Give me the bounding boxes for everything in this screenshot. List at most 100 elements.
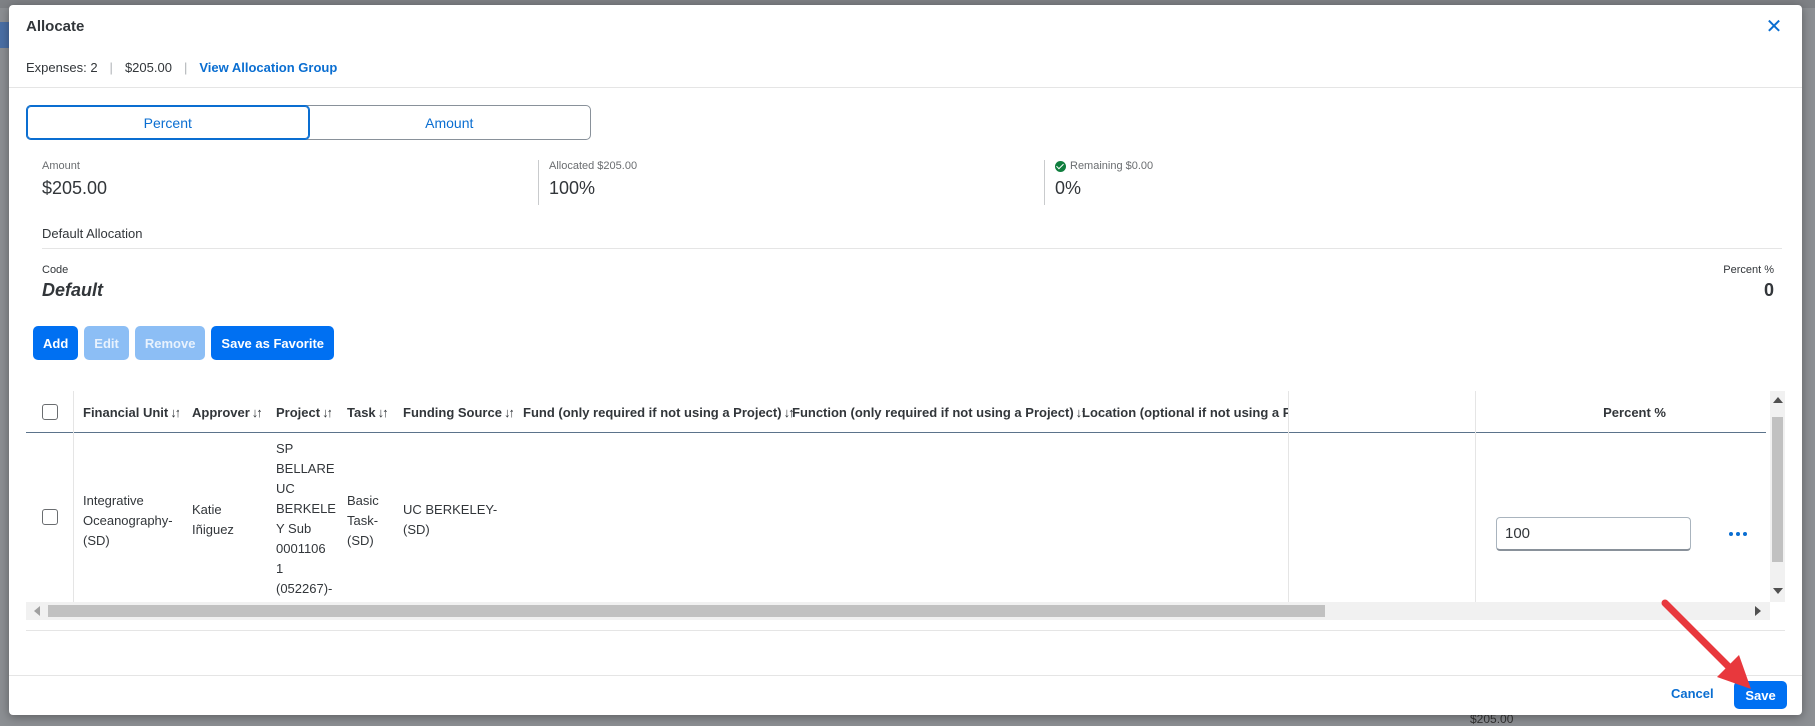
section-divider (42, 248, 1782, 249)
allocation-table: Financial Unit ↓↑ Approver ↓↑ Project ↓↑ Ta… (26, 391, 1785, 631)
allocation-toolbar: Add Edit Remove Save as Favorite (33, 326, 335, 360)
cell-line: BELLARE (276, 461, 335, 476)
column-function[interactable]: Function (only required if not using a P… (792, 391, 1085, 433)
column-location[interactable]: Location (optional if not using a Pro (1082, 391, 1288, 433)
code-label: Code (42, 264, 69, 276)
cell-financial-unit: Integrative Oceanography- (SD) (83, 491, 173, 551)
column-task[interactable]: Task ↓↑ (347, 391, 387, 433)
amount-value: $205.00 (42, 178, 108, 198)
select-all-checkbox[interactable] (42, 404, 58, 420)
column-label: Location (optional if not using a Pro (1082, 404, 1288, 420)
check-circle-icon (1055, 160, 1066, 172)
allocated-value: 100% (549, 178, 596, 198)
cell-line: Oceanography- (83, 513, 173, 528)
total-amount: $205.00 (124, 60, 172, 75)
separator: | (183, 60, 188, 75)
allocation-summary: Amount $205.00 Allocated $205.00 100% Re… (42, 160, 1782, 210)
column-label: Task (347, 404, 376, 420)
remaining-value: 0% (1055, 178, 1082, 198)
sort-icon: ↓↑ (322, 404, 332, 420)
sort-icon: ↓↑ (377, 404, 387, 420)
cell-line: 0001106 (276, 541, 326, 556)
amount-stat: Amount $205.00 (42, 160, 107, 199)
vertical-scroll-thumb[interactable] (1772, 417, 1783, 562)
header-divider (9, 87, 1802, 88)
add-button[interactable]: Add (33, 326, 79, 360)
footer-divider (9, 675, 1802, 676)
cell-funding-source: UC BERKELEY- (SD) (403, 500, 497, 540)
cell-line: BERKELE (276, 501, 336, 516)
cell-project: SP BELLARE UC BERKELE Y Sub 0001106 1 (0… (276, 439, 336, 599)
cell-line: Task- (347, 513, 379, 528)
column-label: Financial Unit (83, 404, 169, 420)
column-approver[interactable]: Approver ↓↑ (192, 391, 261, 433)
vertical-scrollbar[interactable] (1770, 391, 1785, 602)
cancel-button[interactable]: Cancel (1671, 686, 1714, 701)
remaining-label: Remaining $0.00 (1070, 160, 1154, 172)
scroll-left-icon[interactable] (34, 606, 40, 616)
table-row[interactable]: Integrative Oceanography- (SD) Katie Iñi… (26, 434, 1766, 602)
cell-approver: Katie Iñiguez (192, 500, 234, 540)
dialog-subheader: Expenses: 2 | $205.00 | View Allocation … (26, 60, 337, 75)
column-percent[interactable]: Percent % (1396, 391, 1666, 433)
sort-icon: ↓↑ (251, 404, 261, 420)
percent-input[interactable] (1496, 517, 1691, 551)
edit-button[interactable]: Edit (84, 326, 129, 360)
column-project[interactable]: Project ↓↑ (276, 391, 331, 433)
stat-divider (1044, 160, 1045, 205)
default-allocation-title: Default Allocation (42, 226, 143, 241)
column-label: Approver (192, 404, 250, 420)
expenses-count: Expenses: 2 (26, 60, 98, 75)
separator: | (109, 60, 113, 75)
save-button[interactable]: Save (1734, 681, 1787, 709)
cell-line: (052267)- (276, 581, 333, 596)
column-fund[interactable]: Fund (only required if not using a Proje… (523, 391, 793, 433)
remaining-label-row: Remaining $0.00 (1055, 160, 1153, 172)
cell-line: UC (276, 481, 295, 496)
percent-mode-button[interactable]: Percent (26, 105, 310, 140)
cell-line: (SD) (403, 522, 430, 537)
column-financial-unit[interactable]: Financial Unit ↓↑ (83, 391, 179, 433)
cell-line: SP (276, 441, 294, 456)
sort-icon: ↓↑ (503, 404, 513, 420)
dialog-title: Allocate (26, 18, 85, 35)
cell-line: Y Sub (276, 521, 312, 536)
cell-line: 1 (276, 561, 284, 576)
cell-line: UC BERKELEY- (403, 502, 498, 517)
column-funding-source[interactable]: Funding Source ↓↑ (403, 391, 513, 433)
allocated-stat: Allocated $205.00 100% (549, 160, 637, 199)
cell-task: Basic Task- (SD) (347, 491, 379, 551)
amount-label: Amount (42, 160, 80, 172)
column-label: Project (276, 404, 321, 420)
remove-button[interactable]: Remove (134, 326, 206, 360)
code-value: Default (42, 280, 104, 300)
close-icon[interactable]: ✕ (1764, 17, 1784, 37)
horizontal-scrollbar[interactable] (26, 602, 1770, 620)
allocated-label: Allocated $205.00 (549, 160, 638, 172)
column-label: Funding Source (403, 404, 502, 420)
allocate-dialog: Allocate ✕ Expenses: 2 | $205.00 | View … (9, 5, 1802, 715)
scroll-up-icon[interactable] (1773, 397, 1783, 403)
horizontal-scroll-thumb[interactable] (48, 605, 1325, 617)
row-checkbox[interactable] (42, 509, 58, 525)
background-tab (0, 22, 9, 48)
mode-segmented-control: Percent Amount (26, 105, 591, 140)
column-label: Function (only required if not using a P… (792, 404, 1074, 420)
column-label: Fund (only required if not using a Proje… (523, 404, 782, 420)
table-header: Financial Unit ↓↑ Approver ↓↑ Project ↓↑ Ta… (26, 391, 1766, 433)
cell-line: Katie (192, 502, 222, 517)
save-as-favorite-button[interactable]: Save as Favorite (211, 326, 335, 360)
remaining-stat: Remaining $0.00 0% (1055, 160, 1153, 199)
sort-icon: ↓↑ (170, 404, 180, 420)
more-options-icon[interactable] (1726, 522, 1750, 546)
cell-line: Integrative (83, 493, 144, 508)
view-allocation-group-link[interactable]: View Allocation Group (199, 60, 337, 75)
column-label: Percent % (1603, 404, 1666, 420)
scroll-right-icon[interactable] (1755, 606, 1761, 616)
cell-line: (SD) (83, 533, 110, 548)
default-percent-value: 0 (1763, 280, 1774, 300)
amount-mode-button[interactable]: Amount (309, 106, 591, 139)
cell-line: (SD) (347, 533, 374, 548)
default-percent-label: Percent % (1723, 264, 1774, 276)
scroll-down-icon[interactable] (1773, 588, 1783, 594)
